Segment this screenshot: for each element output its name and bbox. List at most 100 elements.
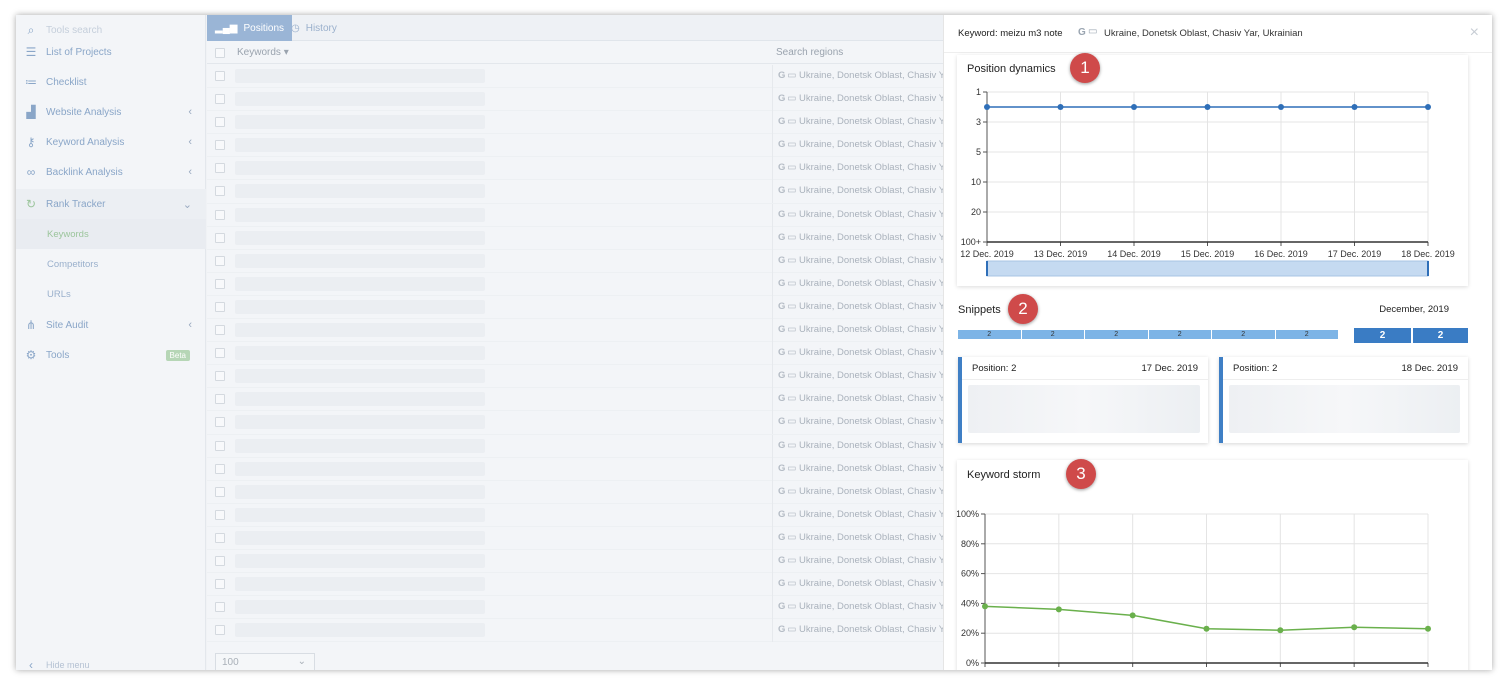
row-checkbox[interactable] (215, 440, 225, 451)
region-text: Ukraine, Donetsk Oblast, Chasiv Y (799, 370, 946, 382)
row-checkbox[interactable] (215, 579, 225, 590)
table-row[interactable]: G ▭ Ukraine, Donetsk Oblast, Chasiv Y (207, 549, 945, 574)
row-checkbox[interactable] (215, 140, 225, 151)
column-divider (772, 549, 773, 573)
table-row[interactable]: G ▭ Ukraine, Donetsk Oblast, Chasiv Y (207, 596, 945, 620)
sidebar-subitem-keywords[interactable]: Keywords (16, 219, 206, 249)
table-row[interactable]: G ▭ Ukraine, Donetsk Oblast, Chasiv Y (207, 457, 945, 481)
column-header-regions[interactable]: Search regions (776, 47, 843, 58)
column-divider (772, 88, 773, 112)
desktop-icon: ▭ (787, 462, 797, 474)
timeline-segment[interactable]: 2 (1212, 330, 1275, 339)
row-checkbox[interactable] (215, 625, 225, 636)
row-checkbox[interactable] (215, 209, 225, 220)
row-checkbox[interactable] (215, 417, 225, 428)
table-row[interactable]: G ▭ Ukraine, Donetsk Oblast, Chasiv Y (207, 65, 945, 89)
row-checkbox[interactable] (215, 348, 225, 359)
table-row[interactable]: G ▭ Ukraine, Donetsk Oblast, Chasiv Y (207, 134, 945, 158)
timeline-segment[interactable]: 2 (1148, 330, 1211, 339)
timeline-segment-selected[interactable]: 2 (1413, 328, 1468, 343)
table-row[interactable]: G ▭ Ukraine, Donetsk Oblast, Chasiv Y (207, 226, 945, 250)
snippet-card[interactable]: Position: 2 17 Dec. 2019 (958, 357, 1208, 443)
link-icon: ∞ (26, 165, 36, 179)
row-checkbox[interactable] (215, 371, 225, 382)
row-checkbox[interactable] (215, 71, 225, 81)
column-header-keywords[interactable]: Keywords ▾ (237, 47, 289, 58)
table-row[interactable]: G ▭ Ukraine, Donetsk Oblast, Chasiv Y (207, 342, 945, 366)
sidebar-item-site-audit[interactable]: ⋔ Site Audit ‹ (16, 310, 206, 340)
sidebar-subitem-urls[interactable]: URLs (16, 279, 206, 309)
row-checkbox[interactable] (215, 186, 225, 197)
table-row[interactable]: G ▭ Ukraine, Donetsk Oblast, Chasiv Y (207, 619, 945, 643)
google-icon: G (778, 416, 786, 428)
sidebar-item-backlink-analysis[interactable]: ∞ Backlink Analysis ‹ (16, 157, 206, 187)
table-row[interactable]: G ▭ Ukraine, Donetsk Oblast, Chasiv Y (207, 411, 945, 435)
table-row[interactable]: G ▭ Ukraine, Donetsk Oblast, Chasiv Y (207, 434, 945, 458)
table-row[interactable]: G ▭ Ukraine, Donetsk Oblast, Chasiv Y (207, 573, 945, 597)
row-checkbox[interactable] (215, 463, 225, 474)
google-icon: G (778, 554, 786, 566)
timeline-segment[interactable]: 2 (1021, 330, 1084, 339)
table-row[interactable]: G ▭ Ukraine, Donetsk Oblast, Chasiv Y (207, 526, 945, 550)
row-checkbox[interactable] (215, 325, 225, 336)
google-icon: G (778, 277, 786, 289)
row-checkbox[interactable] (215, 602, 225, 613)
timeline-segment[interactable]: 2 (1085, 330, 1148, 339)
row-checkbox[interactable] (215, 163, 225, 174)
table-row[interactable]: G ▭ Ukraine, Donetsk Oblast, Chasiv Y (207, 88, 945, 112)
sidebar-item-keyword-analysis[interactable]: ⚷ Keyword Analysis ‹ (16, 127, 206, 157)
google-icon: G (778, 508, 786, 520)
table-row[interactable]: G ▭ Ukraine, Donetsk Oblast, Chasiv Y (207, 272, 945, 296)
table-row[interactable]: G ▭ Ukraine, Donetsk Oblast, Chasiv Y (207, 203, 945, 227)
row-checkbox[interactable] (215, 532, 225, 543)
page-size-select[interactable]: 100 ⌄ (215, 653, 315, 670)
sidebar-item-projects[interactable]: ☰ List of Projects (16, 37, 206, 67)
timeline-segment-selected[interactable]: 2 (1354, 328, 1411, 343)
select-all-checkbox[interactable] (215, 48, 225, 58)
snippet-card[interactable]: Position: 2 18 Dec. 2019 (1219, 357, 1468, 443)
row-checkbox[interactable] (215, 509, 225, 520)
keyword-details-panel: Keyword: meizu m3 note G ▭ Ukraine, Done… (943, 15, 1492, 670)
callout-badge-2: 2 (1008, 294, 1038, 324)
row-checkbox[interactable] (215, 232, 225, 243)
table-row[interactable]: G ▭ Ukraine, Donetsk Oblast, Chasiv Y (207, 365, 946, 389)
table-row[interactable]: G ▭ Ukraine, Donetsk Oblast, Chasiv Y (207, 157, 945, 181)
sidebar-item-checklist[interactable]: ≔ Checklist (16, 67, 206, 97)
timeline-segment[interactable]: 2 (1275, 330, 1338, 339)
region-text: Ukraine, Donetsk Oblast, Chasiv Y (799, 300, 946, 312)
row-checkbox[interactable] (215, 278, 225, 289)
timeline-segment[interactable]: 2 (958, 330, 1021, 339)
tab-positions[interactable]: ▂▄▆ Positions (207, 15, 293, 41)
y-tick-label: 10 (971, 177, 981, 187)
row-checkbox[interactable] (215, 117, 225, 128)
row-checkbox[interactable] (215, 394, 225, 405)
close-icon[interactable]: × (1470, 24, 1479, 42)
column-divider (772, 619, 773, 643)
sidebar-subitem-competitors[interactable]: Competitors (16, 249, 206, 279)
row-checkbox[interactable] (215, 301, 225, 312)
sidebar-item-website-analysis[interactable]: ▟ Website Analysis ‹ (16, 97, 206, 127)
snippet-date: 17 Dec. 2019 (1141, 363, 1198, 374)
sitemap-icon: ⋔ (25, 318, 37, 332)
callout-badge-1: 1 (1070, 53, 1100, 83)
google-icon: G (778, 162, 786, 174)
row-checkbox[interactable] (215, 255, 225, 266)
sidebar-item-tools[interactable]: ⚙ Tools Beta (16, 340, 206, 370)
desktop-icon: ▭ (787, 578, 797, 590)
table-row[interactable]: G ▭ Ukraine, Donetsk Oblast, Chasiv Y (207, 388, 945, 412)
table-row[interactable]: G ▭ Ukraine, Donetsk Oblast, Chasiv Y (207, 319, 945, 343)
row-checkbox[interactable] (215, 555, 225, 566)
table-row[interactable]: G ▭ Ukraine, Donetsk Oblast, Chasiv Y (207, 480, 945, 504)
table-row[interactable]: G ▭ Ukraine, Donetsk Oblast, Chasiv Y (207, 249, 945, 273)
table-row[interactable]: G ▭ Ukraine, Donetsk Oblast, Chasiv Y (207, 295, 946, 320)
hide-menu-button[interactable]: ‹ Hide menu (16, 657, 206, 670)
table-row[interactable]: G ▭ Ukraine, Donetsk Oblast, Chasiv Y (207, 180, 945, 204)
tab-history[interactable]: ◷ History (283, 15, 345, 41)
row-checkbox[interactable] (215, 486, 225, 497)
tools-search-input[interactable]: Tools search (46, 25, 102, 36)
sidebar-item-rank-tracker[interactable]: ↻ Rank Tracker ⌄ (16, 189, 206, 219)
table-row[interactable]: G ▭ Ukraine, Donetsk Oblast, Chasiv Y (207, 503, 945, 527)
table-row[interactable]: G ▭ Ukraine, Donetsk Oblast, Chasiv Y (207, 111, 945, 135)
y-tick-label: 80% (961, 539, 979, 549)
row-checkbox[interactable] (215, 94, 225, 105)
